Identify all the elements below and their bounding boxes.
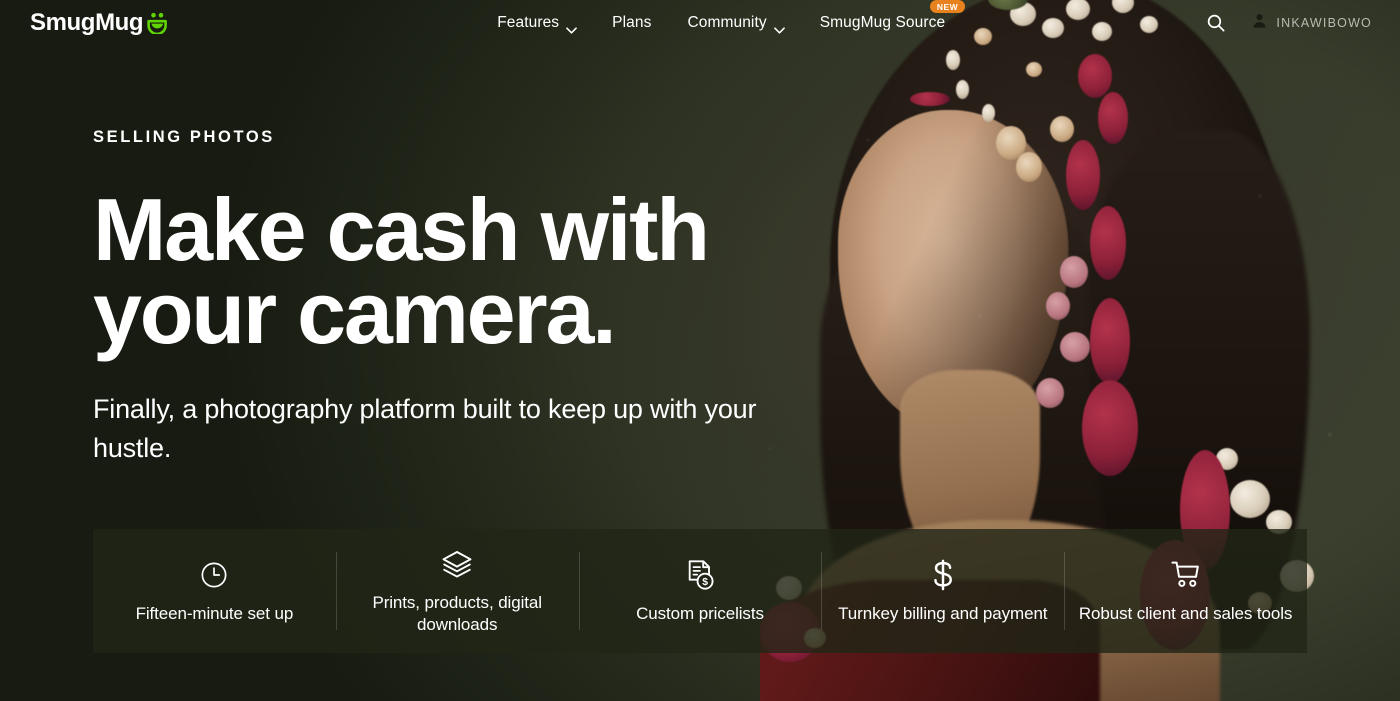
feature-item-products[interactable]: Prints, products, digital downloads (335, 529, 579, 653)
price-doc-icon: $ (683, 558, 717, 592)
dollar-icon (926, 558, 960, 592)
feature-item-pricelists-label: Custom pricelists (636, 603, 764, 623)
hero-headline: Make cash with your camera. (93, 180, 710, 362)
chevron-down-icon (566, 21, 578, 34)
nav-item-plans-label: Plans (612, 14, 652, 31)
feature-item-billing[interactable]: Turnkey billing and payment (821, 529, 1064, 653)
hero-subheadline: Finally, a photography platform built to… (93, 394, 757, 463)
nav-item-community-label: Community (687, 14, 767, 31)
feature-item-client-tools-label: Robust client and sales tools (1078, 603, 1293, 623)
nav-item-features-label: Features (497, 14, 560, 31)
feature-highlights-bar: Fifteen-minute set up Prints, products, … (93, 529, 1307, 653)
top-navigation-bar: SmugMug Features Plans Community SmugMug… (0, 0, 1400, 46)
nav-item-features[interactable]: Features (497, 14, 578, 34)
user-account-menu[interactable]: INKAWIBOWO (1252, 13, 1372, 33)
nav-item-community[interactable]: Community (687, 14, 785, 34)
user-name-label: INKAWIBOWO (1276, 16, 1372, 30)
layers-icon (440, 547, 474, 581)
cart-icon (1169, 558, 1203, 592)
feature-item-setup-label: Fifteen-minute set up (135, 603, 294, 623)
nav-item-plans[interactable]: Plans (612, 14, 651, 32)
hero-copy-block: SELLING PHOTOS Make cash with your camer… (93, 128, 853, 467)
clock-icon (197, 558, 231, 592)
search-icon[interactable] (1206, 13, 1226, 33)
chevron-down-icon (773, 21, 785, 34)
nav-item-smugmug-source[interactable]: SmugMug Source NEW (819, 0, 966, 32)
svg-text:$: $ (702, 577, 708, 588)
feature-item-pricelists[interactable]: $ Custom pricelists (578, 529, 822, 653)
hero-eyebrow: SELLING PHOTOS (93, 128, 275, 146)
feature-item-billing-label: Turnkey billing and payment (838, 603, 1048, 623)
smugmug-logo[interactable]: SmugMug (30, 9, 168, 36)
nav-item-smugmug-source-label: SmugMug Source (819, 14, 946, 31)
user-avatar-icon (1252, 13, 1267, 33)
feature-item-client-tools[interactable]: Robust client and sales tools (1064, 529, 1307, 653)
logo-wordmark: SmugMug (30, 9, 144, 36)
feature-item-products-label: Prints, products, digital downloads (372, 593, 542, 634)
new-badge: NEW (929, 0, 966, 13)
smugmug-smile-icon (147, 12, 168, 34)
nav-links: Features Plans Community SmugMug Source … (497, 0, 966, 34)
nav-right-group: INKAWIBOWO (1206, 13, 1372, 33)
feature-item-setup[interactable]: Fifteen-minute set up (93, 529, 336, 653)
smugmug-selling-photos-page: SmugMug Features Plans Community SmugMug… (0, 0, 1400, 701)
